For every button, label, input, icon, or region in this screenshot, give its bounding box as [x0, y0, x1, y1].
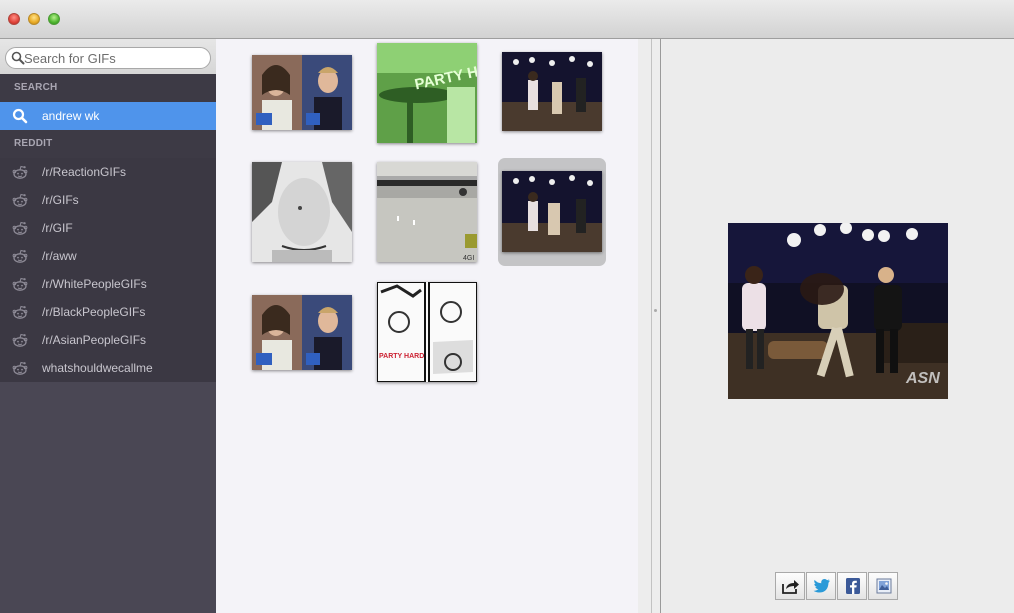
zoom-window-button[interactable] [48, 13, 60, 25]
close-window-button[interactable] [8, 13, 20, 25]
title-bar [0, 0, 1014, 39]
preview-watermark: ASN [905, 370, 940, 387]
search-field[interactable] [5, 47, 211, 69]
sidebar-item-whatshouldwecallme[interactable]: whatshouldwecallme [0, 354, 216, 382]
gif-thumbnail-5[interactable]: 4GI [377, 162, 477, 262]
app-window: SEARCH andrew wk REDDIT /r/ReactionGIFs /… [0, 0, 1014, 613]
share-button[interactable] [775, 572, 805, 600]
thumbnail-caption: 4GI [463, 255, 474, 262]
photo-icon [876, 578, 892, 594]
search-icon [11, 51, 25, 65]
search-input[interactable] [24, 49, 204, 67]
sidebar-item-r-gifs[interactable]: /r/GIFs [0, 186, 216, 214]
gif-thumbnail-1[interactable] [252, 55, 352, 130]
sidebar-item-r-whitepeoplegifs[interactable]: /r/WhitePeopleGIFs [0, 270, 216, 298]
section-header-search: SEARCH [0, 74, 216, 102]
gif-thumbnail-7[interactable] [252, 295, 352, 370]
gif-thumbnail-6[interactable] [502, 171, 602, 252]
reddit-alien-icon [12, 221, 28, 235]
sidebar-item-r-aww[interactable]: /r/aww [0, 242, 216, 270]
sidebar-item-label: /r/ReactionGIFs [42, 165, 127, 179]
gif-grid: PARTY HA 4GI PARTY HARD [216, 39, 638, 613]
twitter-button[interactable] [806, 572, 836, 600]
sidebar-item-r-blackpeoplegifs[interactable]: /r/BlackPeopleGIFs [0, 298, 216, 326]
sidebar-item-label: /r/GIF [42, 221, 73, 235]
facebook-icon [846, 578, 860, 594]
sidebar-item-r-gif[interactable]: /r/GIF [0, 214, 216, 242]
sidebar-item-label: /r/AsianPeopleGIFs [42, 333, 147, 347]
split-view-divider[interactable] [638, 39, 662, 613]
sidebar-item-r-asianpeoplegifs[interactable]: /r/AsianPeopleGIFs [0, 326, 216, 354]
twitter-icon [813, 579, 830, 593]
photo-button[interactable] [868, 572, 898, 600]
reddit-alien-icon [12, 249, 28, 263]
sidebar-item-label: /r/GIFs [42, 193, 79, 207]
sidebar: SEARCH andrew wk REDDIT /r/ReactionGIFs /… [0, 39, 216, 613]
facebook-button[interactable] [837, 572, 867, 600]
gif-thumbnail-4[interactable] [252, 162, 352, 262]
sidebar-item-label: /r/aww [42, 249, 77, 263]
gif-preview-image: ASN [728, 222, 948, 399]
gif-thumbnail-8[interactable]: PARTY HARD [377, 282, 477, 382]
thumbnail-caption: PARTY HARD [379, 353, 424, 360]
reddit-alien-icon [12, 193, 28, 207]
reddit-alien-icon [12, 277, 28, 291]
gif-thumbnail-2[interactable]: PARTY HA [377, 43, 477, 143]
sidebar-item-label: andrew wk [42, 109, 100, 123]
reddit-alien-icon [12, 333, 28, 347]
sidebar-item-r-reactiongifs[interactable]: /r/ReactionGIFs [0, 158, 216, 186]
sidebar-item-andrew-wk[interactable]: andrew wk [0, 102, 216, 130]
sidebar-item-label: /r/BlackPeopleGIFs [42, 305, 146, 319]
sidebar-item-label: whatshouldwecallme [42, 361, 153, 375]
section-header-reddit: REDDIT [0, 130, 216, 158]
preview-pane: ASN [662, 39, 1014, 613]
share-icon [782, 580, 799, 594]
search-icon [12, 108, 28, 124]
reddit-alien-icon [12, 305, 28, 319]
gif-thumbnail-3[interactable] [502, 52, 602, 131]
divider-handle[interactable] [654, 309, 657, 312]
minimize-window-button[interactable] [28, 13, 40, 25]
reddit-alien-icon [12, 165, 28, 179]
reddit-alien-icon [12, 361, 28, 375]
sidebar-item-label: /r/WhitePeopleGIFs [42, 277, 147, 291]
search-bar [0, 39, 216, 74]
